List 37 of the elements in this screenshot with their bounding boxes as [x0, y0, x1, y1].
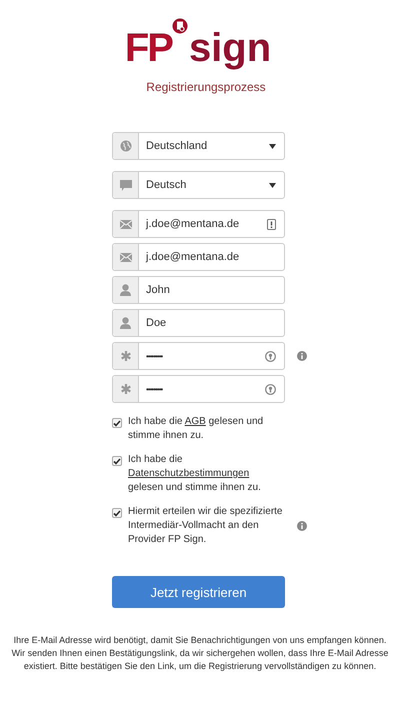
select-field[interactable]: Deutschland — [112, 132, 285, 160]
info-icon[interactable] — [297, 521, 307, 531]
document-badge-icon — [172, 18, 188, 34]
user-icon — [120, 284, 131, 296]
input-field[interactable]: Doe — [112, 309, 285, 337]
checkbox[interactable] — [112, 508, 122, 518]
register-button[interactable]: Jetzt registrieren — [112, 576, 285, 608]
checkbox[interactable] — [112, 418, 122, 428]
asterisk-icon — [120, 351, 130, 361]
agreement-text: Ich habe die Datenschutzbestimmungen gelesen und stimme ihnen zu. — [128, 453, 262, 495]
logo-brand: FP — [124, 28, 172, 68]
agreement-text: Ich habe die AGB gelesen und stimme ihnen zu. — [128, 415, 264, 443]
select-field[interactable]: Deutsch — [112, 171, 285, 199]
info-icon[interactable] — [297, 351, 307, 361]
asterisk-icon — [120, 384, 130, 394]
envelope-icon — [120, 220, 132, 228]
envelope-icon — [120, 252, 132, 262]
password-field[interactable]: ••••••••• — [112, 342, 285, 370]
globe-icon — [120, 140, 132, 152]
password-field[interactable]: ••••••••• — [112, 375, 285, 403]
alert-icon — [267, 218, 276, 230]
input-field[interactable]: John — [112, 276, 285, 304]
logo-product: sign — [188, 28, 272, 68]
input-field[interactable]: j.doe@mentana.de — [112, 243, 285, 271]
page-subtitle: Registrierungsprozess — [146, 80, 266, 94]
input-field[interactable]: j.doe@mentana.de — [112, 210, 285, 238]
dropdown-caret-icon — [269, 182, 276, 188]
terms-link[interactable]: Datenschutzbestimmungen — [128, 468, 250, 479]
user-icon — [120, 317, 131, 329]
dropdown-caret-icon — [269, 144, 276, 148]
key-icon — [265, 384, 276, 394]
terms-link[interactable]: AGB — [184, 416, 206, 427]
email-info-text: Ihre E-Mail Adresse wird benötigt, damit Sie Benachrichtigungen von uns empfangen können. Wir senden Ihnen einen Bestätigungslink, da wir sichergehen wollen, dass Ihre E-Mail Adresse existiert. Bitte bestätigen Sie den Link, um die Registrierung vervollständigen zu können. — [10, 634, 390, 673]
checkbox[interactable] — [112, 456, 122, 466]
agreement-text: Hiermit erteilen wir die spezifizierte Intermediär-Vollmacht an den Provider FP Sign. — [128, 505, 284, 547]
key-icon — [265, 350, 276, 362]
chat-icon — [120, 180, 132, 190]
